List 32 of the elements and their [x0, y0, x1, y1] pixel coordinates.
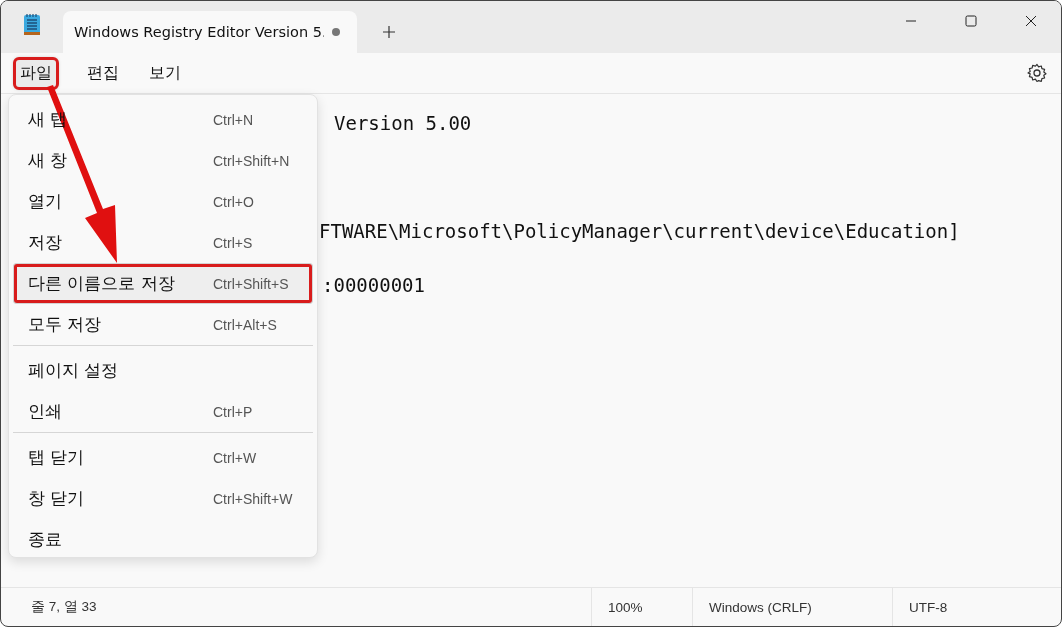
menu-item[interactable]: 저장 Ctrl+S [13, 222, 313, 263]
zoom-level[interactable]: 100% [591, 588, 692, 626]
menu-item[interactable]: 모두 저장 Ctrl+Alt+S [13, 304, 313, 345]
menu-item[interactable]: 편집 [75, 58, 131, 88]
menu-item[interactable]: 보기 [137, 58, 193, 88]
shortcut-label: Ctrl+N [213, 111, 254, 128]
menu-item[interactable]: 열기 Ctrl+O [13, 181, 313, 222]
close-icon[interactable] [1025, 15, 1037, 27]
line-ending[interactable]: Windows (CRLF) [692, 588, 892, 626]
menu-item[interactable]: 종료 [13, 519, 313, 560]
code-line: :00000001 [322, 273, 425, 298]
shortcut-label: Ctrl+W [213, 449, 257, 466]
shortcut-label: Ctrl+Shift+S [213, 275, 289, 292]
menu-item[interactable]: 인쇄 Ctrl+P [13, 391, 313, 432]
shortcut-label: Ctrl+O [213, 193, 254, 210]
encoding[interactable]: UTF-8 [892, 588, 1029, 626]
code-line: Version 5.00 [334, 111, 472, 136]
menu-item[interactable]: 다른 이름으로 저장 Ctrl+Shift+S [13, 263, 313, 304]
cursor-position: 줄 7, 열 33 [30, 598, 98, 616]
menu-item[interactable]: 새 창 Ctrl+Shift+N [13, 140, 313, 181]
shortcut-label: Ctrl+P [213, 403, 253, 420]
menu-item[interactable]: 탭 닫기 Ctrl+W [13, 432, 313, 478]
menu-item[interactable]: 파일 [15, 58, 57, 88]
shortcut-label: Ctrl+Shift+N [213, 152, 290, 169]
code-line: FTWARE\Microsoft\PolicyManager\current\device\Education] [319, 219, 960, 244]
shortcut-label: Ctrl+S [213, 234, 253, 251]
shortcut-label: Ctrl+Alt+S [213, 316, 277, 333]
shortcut-label: Ctrl+Shift+W [213, 490, 293, 507]
menu-item[interactable]: 창 닫기 Ctrl+Shift+W [13, 478, 313, 519]
notepad-icon [23, 13, 41, 35]
menu-item[interactable]: 페이지 설정 [13, 345, 313, 391]
maximize-icon[interactable] [965, 15, 977, 27]
